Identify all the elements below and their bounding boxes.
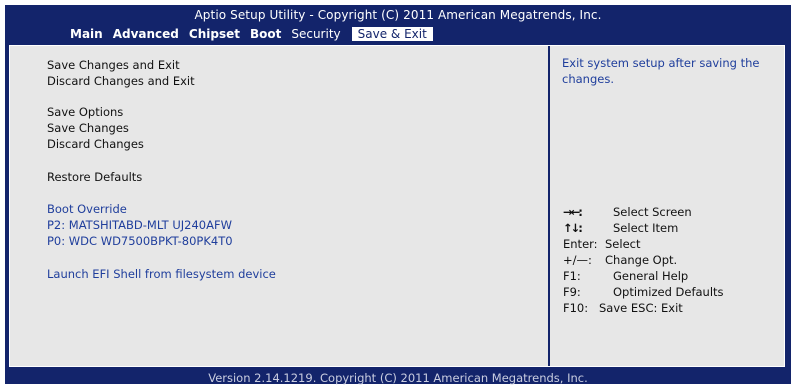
key-label: F10: — [563, 301, 589, 315]
key-description: Select — [605, 237, 641, 251]
save-changes-exit-item[interactable]: Save Changes and Exit — [47, 58, 180, 72]
up-down-arrows-icon: ↑↓: — [563, 221, 583, 235]
save-options-heading: Save Options — [47, 105, 124, 119]
launch-efi-shell-item[interactable]: Launch EFI Shell from filesystem device — [47, 267, 276, 281]
discard-changes-item[interactable]: Discard Changes — [47, 137, 144, 151]
boot-override-p2-item[interactable]: P2: MATSHITABD-MLT UJ240AFW — [47, 218, 232, 232]
tab-advanced[interactable]: Advanced — [108, 27, 184, 41]
tab-chipset[interactable]: Chipset — [184, 27, 245, 41]
tab-security[interactable]: Security — [286, 27, 345, 41]
key-label: Enter: — [563, 237, 598, 251]
version-text: Version 2.14.1219. Copyright (C) 2011 Am… — [208, 371, 588, 385]
help-text: Exit system setup after saving the chang… — [562, 56, 760, 86]
key-description: Save ESC: Exit — [599, 301, 683, 315]
content-panel: Save Changes and Exit Discard Changes an… — [9, 45, 785, 367]
boot-override-heading: Boot Override — [47, 202, 127, 216]
header-bar: Aptio Setup Utility - Copyright (C) 2011… — [5, 5, 791, 41]
restore-defaults-item[interactable]: Restore Defaults — [47, 170, 142, 184]
discard-changes-exit-item[interactable]: Discard Changes and Exit — [47, 74, 195, 88]
help-pane: Exit system setup after saving the chang… — [550, 46, 784, 366]
key-description: Optimized Defaults — [613, 285, 724, 299]
utility-title: Aptio Setup Utility - Copyright (C) 2011… — [194, 8, 602, 22]
key-label: +/—: — [563, 253, 592, 267]
key-description: Change Opt. — [605, 253, 678, 267]
menu-pane: Save Changes and Exit Discard Changes an… — [10, 46, 550, 366]
boot-override-p0-item[interactable]: P0: WDC WD7500BPKT-80PK4T0 — [47, 234, 233, 248]
key-label: F1: — [563, 269, 581, 283]
key-label: F9: — [563, 285, 581, 299]
tab-boot[interactable]: Boot — [245, 27, 286, 41]
main-frame: Save Changes and Exit Discard Changes an… — [5, 41, 791, 373]
key-description: General Help — [613, 269, 689, 283]
tab-save-exit[interactable]: Save & Exit — [351, 27, 433, 41]
tab-bar: Main Advanced Chipset Boot Security Save… — [65, 26, 433, 41]
key-description: Select Screen — [613, 205, 692, 219]
tab-main[interactable]: Main — [65, 27, 108, 41]
key-description: Select Item — [613, 221, 679, 235]
save-changes-item[interactable]: Save Changes — [47, 121, 129, 135]
left-right-arrows-icon: →←: — [563, 205, 583, 219]
bios-screen: Aptio Setup Utility - Copyright (C) 2011… — [5, 5, 791, 385]
